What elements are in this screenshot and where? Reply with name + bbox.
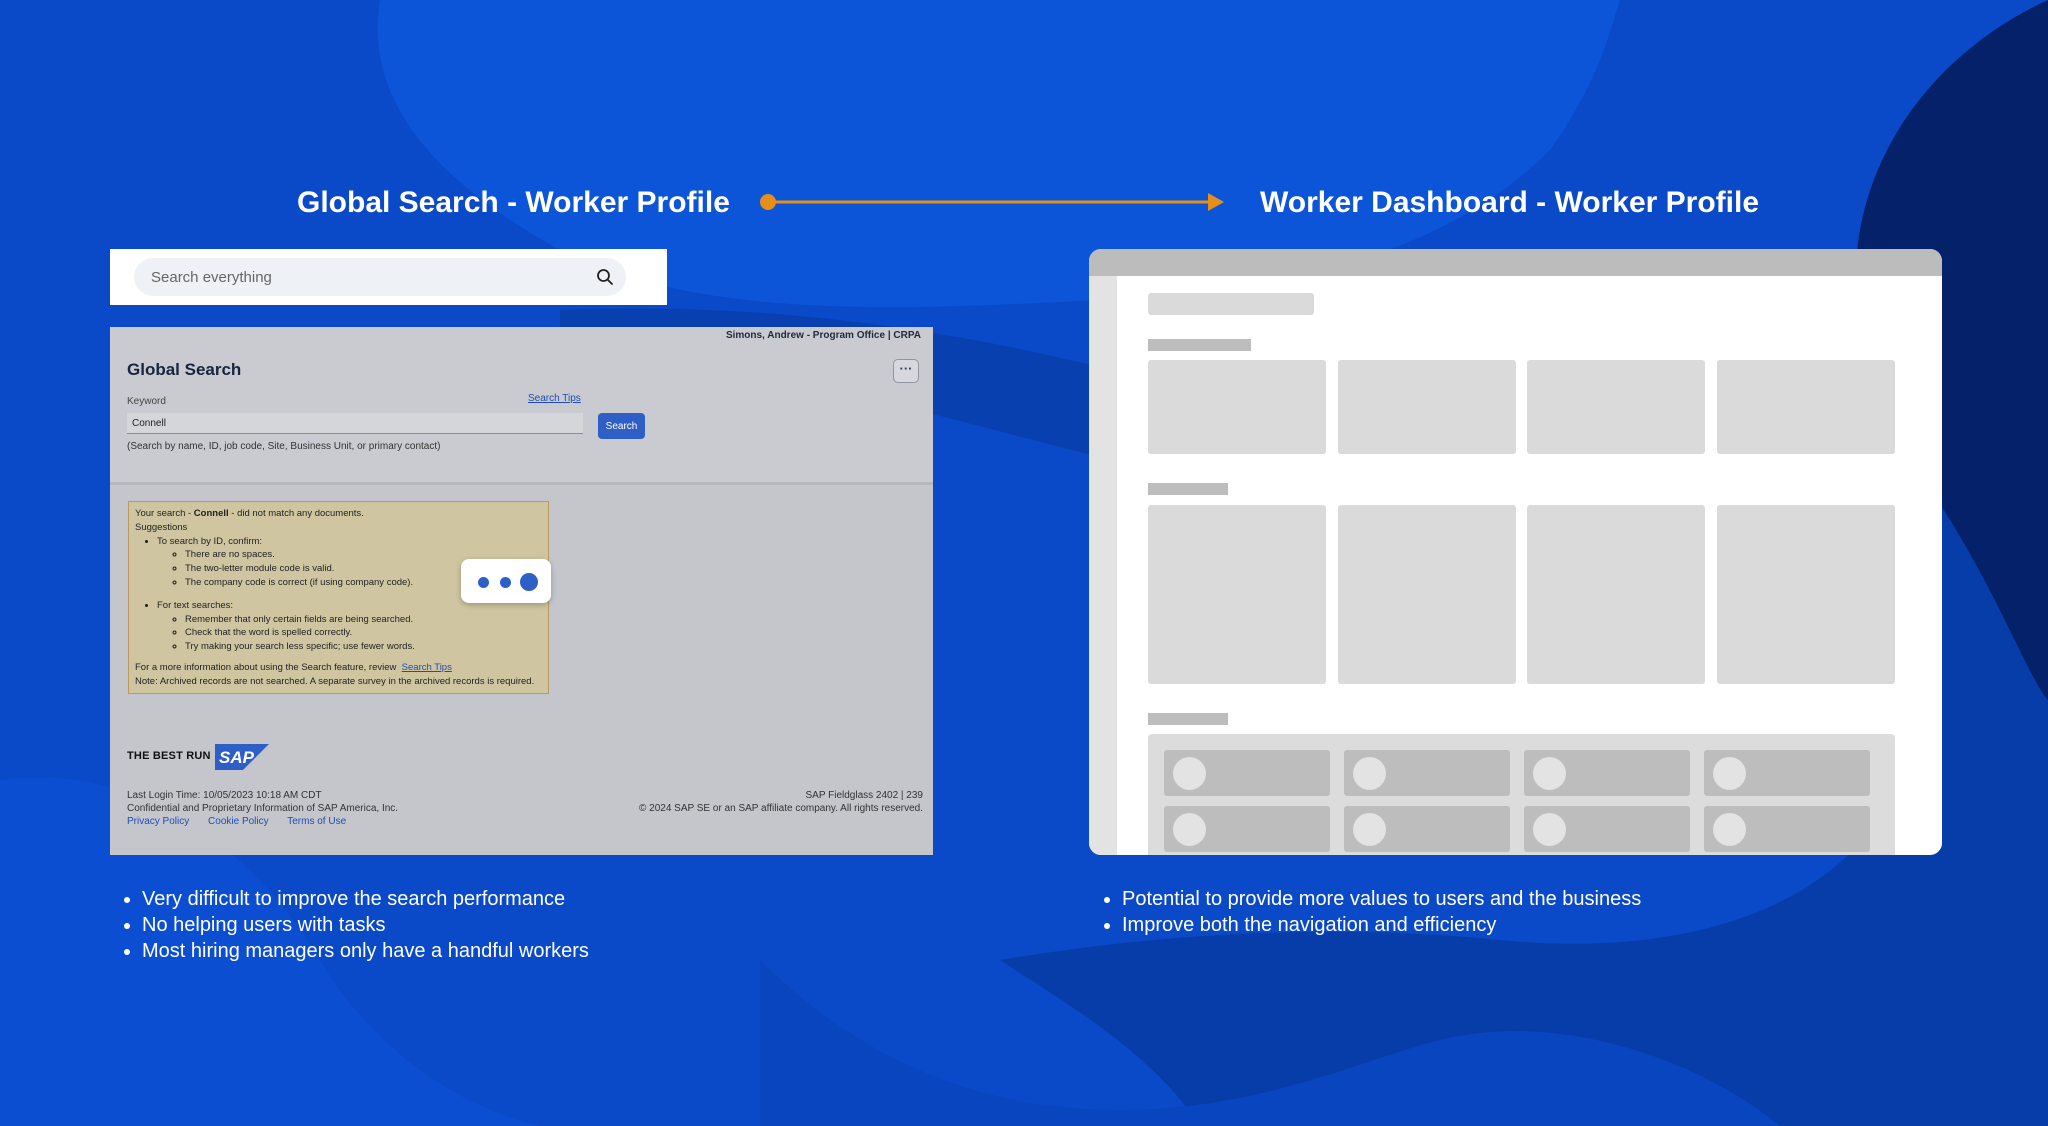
search-button[interactable]: Search [598,413,645,439]
search-bar [110,249,667,305]
cookie-policy-link[interactable]: Cookie Policy [208,816,269,827]
list-item [1344,750,1510,796]
placeholder-section-label [1148,713,1228,725]
loading-dot [500,577,511,588]
placeholder-title [1148,293,1314,315]
list-item: Improve both the navigation and efficien… [1122,912,1641,938]
placeholder-card [1338,360,1516,454]
list-item [1704,806,1870,852]
list-item: Potential to provide more values to user… [1122,886,1641,912]
loading-indicator [461,559,551,603]
placeholder-card [1148,505,1326,684]
global-search-header: Simons, Andrew - Program Office | CRPA G… [110,327,933,485]
loading-dot [478,577,489,588]
right-bullets: Potential to provide more values to user… [1090,886,1641,938]
list-item: Remember that only certain fields are be… [185,613,542,627]
placeholder-section-label [1148,339,1251,351]
list-item: Check that the word is spelled correctly… [185,626,542,640]
confidential-note: Confidential and Proprietary Information… [127,803,399,814]
version-text: SAP Fieldglass 2402 | 239 [805,790,924,801]
search-icon[interactable] [596,268,614,286]
left-heading: Global Search - Worker Profile [297,186,730,219]
dashboard-wireframe [1089,249,1942,855]
left-bullets: Very difficult to improve the search per… [110,886,589,964]
search-tips-link[interactable]: Search Tips [528,393,581,404]
suggestions-label: Suggestions [135,521,188,533]
avatar [1533,757,1566,790]
user-info: Simons, Andrew - Program Office | CRPA [725,330,921,341]
list-item [1524,750,1690,796]
search-hint: (Search by name, ID, job code, Site, Bus… [127,441,441,452]
list-item: Try making your search less specific; us… [185,640,542,654]
global-search-panel: Simons, Andrew - Program Office | CRPA G… [110,327,933,855]
search-box [134,258,626,296]
placeholder-section-label [1148,483,1228,495]
placeholder-card [1527,360,1705,454]
avatar [1713,757,1746,790]
page-title: Global Search [127,360,242,379]
list-item: Very difficult to improve the search per… [142,886,589,912]
sap-logo: SAP [215,744,269,770]
placeholder-card [1148,360,1326,454]
list-item [1344,806,1510,852]
wireframe-sidebar [1089,276,1117,855]
footer-version: SAP Fieldglass 2402 | 239 © 2024 SAP SE … [639,789,923,815]
footer-links: Privacy Policy Cookie Policy Terms of Us… [127,816,362,827]
placeholder-card [1717,505,1895,684]
placeholder-list [1148,734,1895,855]
more-info-line: For a more information about using the S… [135,661,452,673]
wireframe-header-bar [1089,249,1942,276]
svg-text:SAP: SAP [219,748,255,767]
right-heading: Worker Dashboard - Worker Profile [1260,186,1760,219]
loading-dot [520,573,538,591]
avatar [1173,813,1206,846]
list-item [1164,750,1330,796]
keyword-label: Keyword [127,396,166,407]
avatar [1533,813,1566,846]
archive-note: Note: Archived records are not searched.… [135,675,535,687]
placeholder-card [1527,505,1705,684]
copyright-text: © 2024 SAP SE or an SAP affiliate compan… [638,803,923,814]
more-options-button[interactable]: ··· [893,359,919,383]
no-results-line: Your search - Connell - did not match an… [135,508,364,519]
search-tips-inline-link[interactable]: Search Tips [402,662,452,673]
list-item [1524,806,1690,852]
terms-of-use-link[interactable]: Terms of Use [287,816,346,827]
list-item: For text searches: Remember that only ce… [157,599,542,654]
avatar [1353,757,1386,790]
placeholder-card [1717,360,1895,454]
search-input[interactable] [149,267,573,287]
avatar [1353,813,1386,846]
avatar [1173,757,1206,790]
footer-info: Last Login Time: 10/05/2023 10:18 AM CDT… [127,789,398,815]
brand-tagline: THE BEST RUN [127,750,211,762]
list-item: No helping users with tasks [142,912,589,938]
keyword-input[interactable] [127,413,583,434]
privacy-policy-link[interactable]: Privacy Policy [127,816,189,827]
placeholder-card [1338,505,1516,684]
list-item [1704,750,1870,796]
flow-arrow-icon [760,193,1224,211]
list-item: Most hiring managers only have a handful… [142,938,589,964]
last-login: Last Login Time: 10/05/2023 10:18 AM CDT [127,790,322,801]
avatar [1713,813,1746,846]
list-item [1164,806,1330,852]
